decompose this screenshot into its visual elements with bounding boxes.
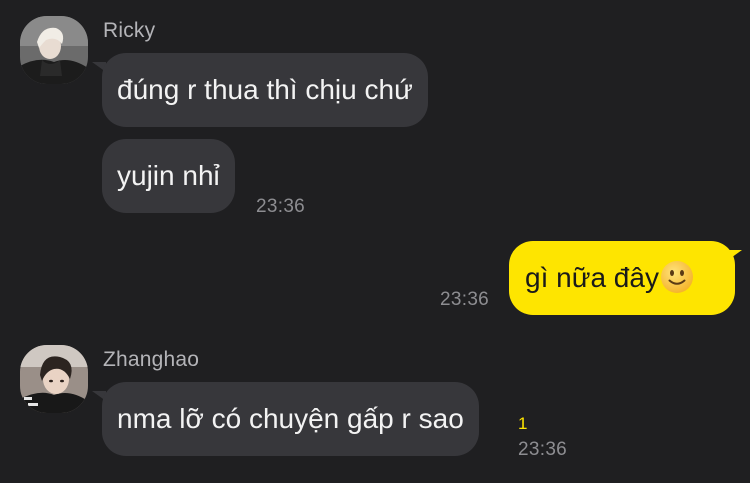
sender-name-ricky: Ricky [103,19,156,42]
message-bubble-incoming[interactable]: đúng r thua thì chịu chứ [102,53,428,127]
message-timestamp: 23:36 [440,289,490,310]
profile-photo-icon [20,345,88,413]
message-timestamp: 23:36 [518,439,568,460]
message-text: gì nữa đây [525,262,659,293]
profile-photo-icon [20,16,88,84]
message-timestamp: 23:36 [256,196,306,217]
message-bubble-incoming[interactable]: yujin nhỉ [102,139,235,213]
avatar-zhanghao[interactable] [20,345,88,413]
message-bubble-outgoing[interactable]: gì nữa đây [509,241,735,315]
message-bubble-incoming[interactable]: nma lỡ có chuyện gấp r sao [102,382,479,456]
unread-count: 1 [518,414,528,433]
slightly-smiling-face-icon [660,260,694,294]
avatar-ricky[interactable] [20,16,88,84]
sender-name-zhanghao: Zhanghao [103,348,200,371]
